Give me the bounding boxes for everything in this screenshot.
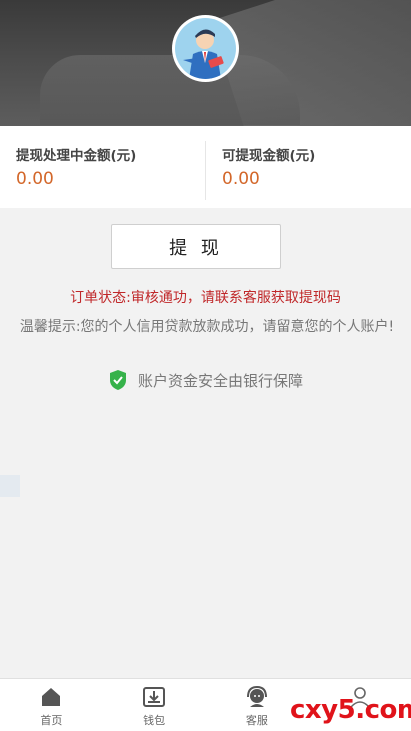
withdraw-button[interactable]: 提 现 — [111, 224, 281, 269]
watermark: cxy5.com — [290, 695, 411, 725]
order-status-text: 订单状态:审核通功，请联系客服获取提现码 — [70, 290, 341, 306]
tab-home[interactable]: 首页 — [0, 679, 103, 731]
tab-wallet-label: 钱包 — [143, 714, 166, 727]
avatar-illustration — [175, 18, 236, 79]
page: 提现处理中金额(元) 0.00 可提现金额(元) 0.00 提 现 订单状态:审… — [0, 0, 411, 731]
avatar[interactable] — [172, 15, 239, 82]
home-icon — [42, 688, 61, 706]
security-note-text: 账户资金安全由银行保障 — [137, 371, 303, 390]
wallet-download-icon — [143, 687, 166, 707]
amount-panel: 提现处理中金额(元) 0.00 可提现金额(元) 0.00 — [0, 126, 411, 208]
businessman-icon — [183, 29, 224, 79]
tab-wallet[interactable]: 钱包 — [103, 679, 206, 731]
available-amount-label: 可提现金额(元) — [222, 148, 316, 164]
processing-amount-label: 提现处理中金额(元) — [16, 148, 137, 164]
shield-check-icon — [109, 370, 126, 390]
notice-text: 温馨提示:您的个人信用贷款放款成功，请留意您的个人账户! — [19, 319, 395, 335]
side-float-tab[interactable] — [0, 475, 20, 497]
available-amount: 可提现金额(元) 0.00 — [205, 141, 411, 200]
processing-amount-value: 0.00 — [16, 169, 54, 189]
header-banner — [0, 0, 411, 126]
available-amount-value: 0.00 — [222, 169, 260, 189]
processing-amount: 提现处理中金额(元) 0.00 — [0, 126, 205, 208]
customer-service-icon — [246, 685, 267, 707]
tab-home-label: 首页 — [40, 714, 63, 727]
security-note: 账户资金安全由银行保障 — [0, 369, 411, 391]
tab-customer-service-label: 客服 — [245, 714, 268, 727]
banner-background-hand — [40, 55, 300, 125]
